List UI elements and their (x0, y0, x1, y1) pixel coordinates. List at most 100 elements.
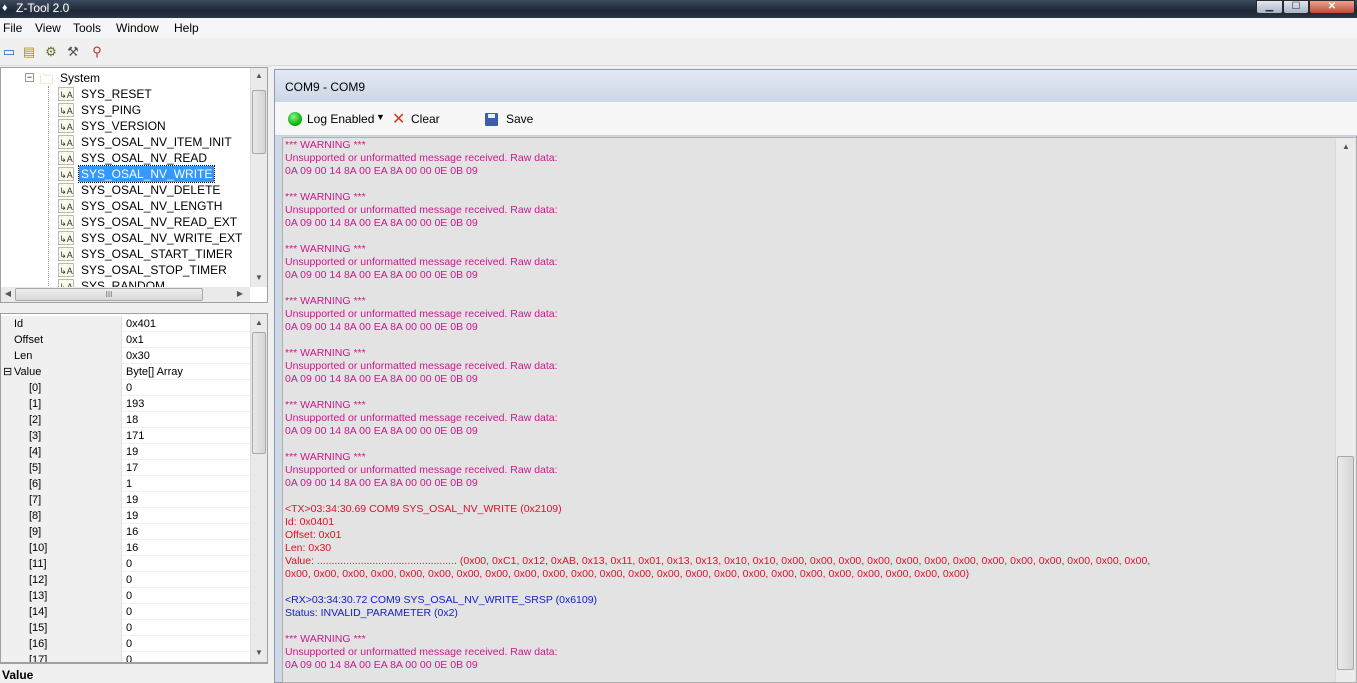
property-row[interactable]: [14] 0 (1, 604, 251, 620)
property-row[interactable]: [4] 19 (1, 444, 251, 460)
new-window-icon[interactable]: ▭ (0, 43, 18, 61)
property-value[interactable]: 19 (126, 444, 138, 460)
property-row[interactable]: [7] 19 (1, 492, 251, 508)
property-row[interactable]: Offset 0x1 (1, 332, 251, 348)
settings-icon[interactable]: ⚙ (42, 43, 60, 61)
property-key: [12] (1, 572, 122, 588)
menu-file[interactable]: File (3, 21, 22, 35)
scroll-up-icon[interactable]: ▲ (252, 71, 266, 80)
property-key: [14] (1, 604, 122, 620)
tree-item-label: SYS_OSAL_NV_WRITE (77, 165, 216, 183)
maximize-button[interactable]: ☐ (1283, 0, 1309, 14)
property-value[interactable]: 19 (126, 492, 138, 508)
tree-item[interactable]: ↳A SYS_OSAL_NV_LENGTH (1, 198, 249, 214)
chevron-down-icon[interactable]: ▼ (376, 112, 385, 122)
scroll-right-icon[interactable]: ▶ (233, 289, 247, 298)
tree-item[interactable]: ↳A SYS_OSAL_START_TIMER (1, 246, 249, 262)
property-row[interactable]: [5] 17 (1, 460, 251, 476)
property-value[interactable]: 17 (126, 460, 138, 476)
property-value[interactable]: 0 (126, 636, 132, 652)
property-row[interactable]: ⊟ Value Byte[] Array (1, 364, 251, 380)
property-value[interactable]: 18 (126, 412, 138, 428)
property-value[interactable]: 0 (126, 588, 132, 604)
property-row[interactable]: [10] 16 (1, 540, 251, 556)
tree-item[interactable]: ↳A SYS_OSAL_NV_DELETE (1, 182, 249, 198)
property-row[interactable]: [17] 0 (1, 652, 251, 662)
property-value[interactable]: 171 (126, 428, 144, 444)
tree-item[interactable]: ↳A SYS_OSAL_NV_ITEM_INIT (1, 134, 249, 150)
tree-item[interactable]: ↳A SYS_OSAL_NV_WRITE (1, 165, 249, 183)
prop-vscroll[interactable]: ▲ ▼ (250, 314, 267, 662)
property-row[interactable]: [11] 0 (1, 556, 251, 572)
property-key: Id (1, 316, 122, 332)
log-vscroll[interactable]: ▲ (1335, 138, 1355, 682)
property-value[interactable]: 0 (126, 572, 132, 588)
tree-item[interactable]: ↳A SYS_VERSION (1, 118, 249, 134)
tree-hscroll-thumb[interactable]: III (15, 288, 203, 301)
property-row[interactable]: [6] 1 (1, 476, 251, 492)
close-button[interactable]: ✕ (1309, 0, 1355, 14)
tree-item[interactable]: ↳A SYS_OSAL_STOP_TIMER (1, 262, 249, 278)
clear-button[interactable]: ✕ Clear (392, 110, 442, 128)
menu-view[interactable]: View (35, 21, 61, 35)
property-value[interactable]: Byte[] Array (126, 364, 183, 380)
property-key-label: Id (14, 318, 24, 330)
property-value[interactable]: 0 (126, 556, 132, 572)
scroll-down-icon[interactable]: ▼ (252, 273, 266, 282)
property-value[interactable]: 0x401 (126, 316, 156, 332)
prop-vscroll-thumb[interactable] (252, 332, 266, 454)
property-row[interactable]: Id 0x401 (1, 316, 251, 332)
log-line: Unsupported or unformatted message recei… (285, 464, 558, 476)
log-enabled-button[interactable]: Log Enabled ▼ (288, 110, 398, 128)
property-value[interactable]: 19 (126, 508, 138, 524)
property-value[interactable]: 0 (126, 620, 132, 636)
collapse-icon[interactable]: − (25, 73, 34, 82)
property-row[interactable]: [16] 0 (1, 636, 251, 652)
property-row[interactable]: [9] 16 (1, 524, 251, 540)
property-value[interactable]: 193 (126, 396, 144, 412)
minimize-button[interactable]: ▁ (1256, 0, 1283, 14)
tools-icon[interactable]: ⚒ (64, 43, 82, 61)
tree-hscroll[interactable]: ◀ III ▶ (1, 287, 250, 302)
property-row[interactable]: [13] 0 (1, 588, 251, 604)
property-row[interactable]: [15] 0 (1, 620, 251, 636)
scroll-left-icon[interactable]: ◀ (1, 289, 15, 298)
property-row[interactable]: [8] 19 (1, 508, 251, 524)
save-button[interactable]: Save (485, 110, 535, 128)
property-row[interactable]: [3] 171 (1, 428, 251, 444)
menu-help[interactable]: Help (174, 21, 199, 35)
property-value[interactable]: 0x30 (126, 348, 150, 364)
scroll-up-icon[interactable]: ▲ (1339, 142, 1353, 151)
property-row[interactable]: [1] 193 (1, 396, 251, 412)
tree-item[interactable]: ↳A SYS_OSAL_NV_READ_EXT (1, 214, 249, 230)
log-output[interactable]: *** WARNING *** Unsupported or unformatt… (282, 137, 1357, 683)
property-row[interactable]: [0] 0 (1, 380, 251, 396)
tree-vscroll-thumb[interactable] (252, 90, 266, 154)
tree-item[interactable]: ↳A SYS_PING (1, 102, 249, 118)
property-value[interactable]: 0 (126, 604, 132, 620)
open-icon[interactable]: ▤ (20, 43, 38, 61)
scroll-down-icon[interactable]: ▼ (252, 648, 266, 657)
property-value[interactable]: 0 (126, 380, 132, 396)
collapse-icon[interactable]: ⊟ (3, 364, 12, 380)
tree-item[interactable]: ↳A SYS_OSAL_NV_READ (1, 150, 249, 166)
tree-item[interactable]: ↳A SYS_RESET (1, 86, 249, 102)
property-row[interactable]: [12] 0 (1, 572, 251, 588)
menu-tools[interactable]: Tools (73, 21, 101, 35)
search-icon[interactable]: ⚲ (88, 43, 106, 61)
property-row[interactable]: Len 0x30 (1, 348, 251, 364)
property-row[interactable]: [2] 18 (1, 412, 251, 428)
property-key-label: [12] (29, 574, 48, 586)
log-vscroll-thumb[interactable] (1337, 456, 1354, 670)
tree-item[interactable]: ↳A SYS_OSAL_NV_WRITE_EXT (1, 230, 249, 246)
scroll-up-icon[interactable]: ▲ (252, 318, 266, 327)
property-value[interactable]: 0 (126, 652, 132, 662)
log-line: *** WARNING *** (285, 451, 366, 463)
tree-vscroll[interactable]: ▲ ▼ (250, 68, 267, 287)
property-value[interactable]: 0x1 (126, 332, 144, 348)
property-value[interactable]: 16 (126, 540, 138, 556)
log-line: <RX>03:34:30.72 COM9 SYS_OSAL_NV_WRITE_S… (285, 594, 598, 606)
property-value[interactable]: 1 (126, 476, 132, 492)
menu-window[interactable]: Window (116, 21, 159, 35)
property-value[interactable]: 16 (126, 524, 138, 540)
